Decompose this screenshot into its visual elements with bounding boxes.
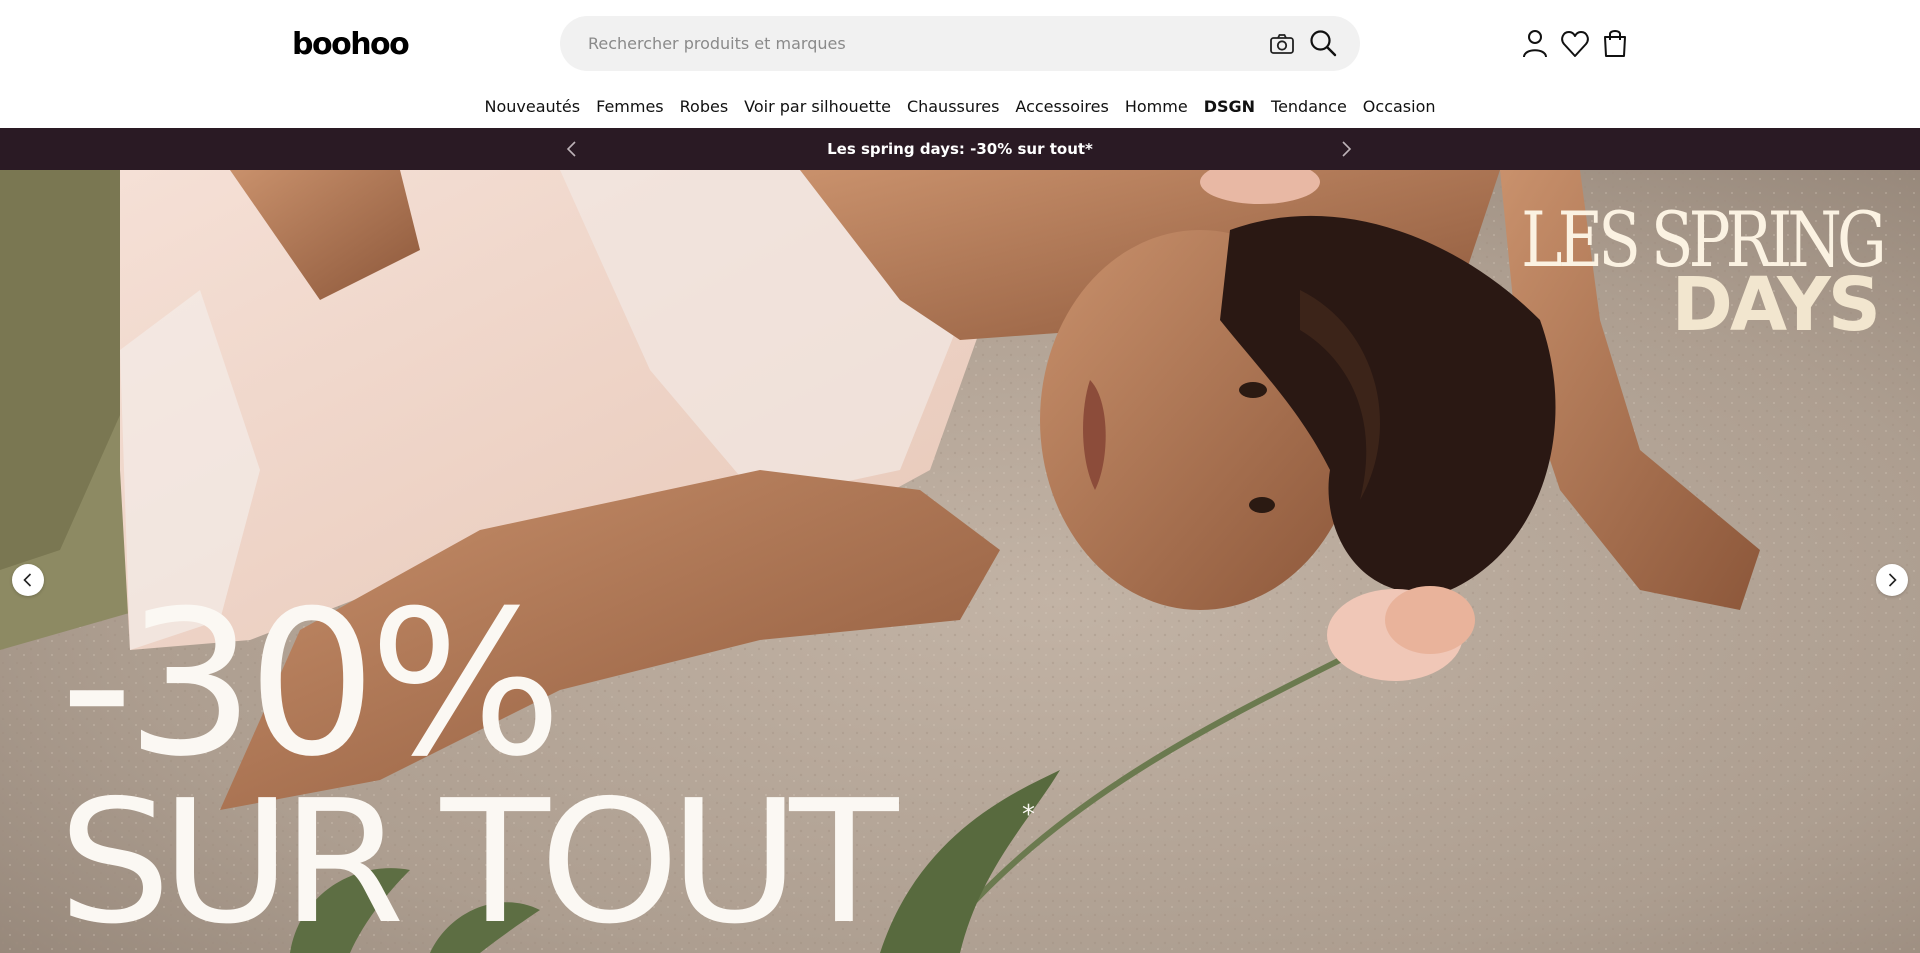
search-input[interactable] xyxy=(588,16,1238,71)
nav-item-tendance[interactable]: Tendance xyxy=(1271,90,1347,124)
nav-item-femmes[interactable]: Femmes xyxy=(596,90,664,124)
promo-text[interactable]: Les spring days: -30% sur tout* xyxy=(0,128,1920,170)
camera-icon[interactable] xyxy=(1268,30,1296,58)
site-header: boohoo Nouveautés Femmes Robes Voir par … xyxy=(0,0,1920,128)
hero-discount: -30% xyxy=(60,568,563,801)
heart-icon[interactable] xyxy=(1560,30,1590,58)
search-bar[interactable] xyxy=(560,16,1360,71)
nav-item-homme[interactable]: Homme xyxy=(1125,90,1188,124)
nav-item-accessoires[interactable]: Accessoires xyxy=(1015,90,1108,124)
bag-icon[interactable] xyxy=(1600,27,1630,58)
user-icon[interactable] xyxy=(1520,28,1550,58)
main-nav: Nouveautés Femmes Robes Voir par silhoue… xyxy=(0,90,1920,124)
search-icon[interactable] xyxy=(1308,28,1338,58)
nav-item-nouveautes[interactable]: Nouveautés xyxy=(485,90,581,124)
promo-bar: Les spring days: -30% sur tout* xyxy=(0,128,1920,170)
hero-next-button[interactable] xyxy=(1876,564,1908,596)
nav-item-robes[interactable]: Robes xyxy=(680,90,729,124)
chevron-left-icon xyxy=(23,573,32,587)
hero-headline-line2: DAYS xyxy=(1671,262,1881,348)
nav-item-voir-par-silhouette[interactable]: Voir par silhouette xyxy=(744,90,891,124)
hero-prev-button[interactable] xyxy=(12,564,44,596)
chevron-right-icon xyxy=(1888,573,1897,587)
hero-banner[interactable]: LES SPRING DAYS -30% SUR TOUT * xyxy=(0,170,1920,953)
hero-asterisk: * xyxy=(1022,800,1035,830)
hero-discount-sub: SUR TOUT xyxy=(58,764,898,953)
promo-next-arrow-icon[interactable] xyxy=(1336,139,1356,159)
nav-item-occasion[interactable]: Occasion xyxy=(1363,90,1436,124)
boohoo-logo[interactable]: boohoo xyxy=(292,27,410,62)
nav-item-chaussures[interactable]: Chaussures xyxy=(907,90,999,124)
nav-item-dsgn[interactable]: DSGN xyxy=(1204,90,1255,124)
